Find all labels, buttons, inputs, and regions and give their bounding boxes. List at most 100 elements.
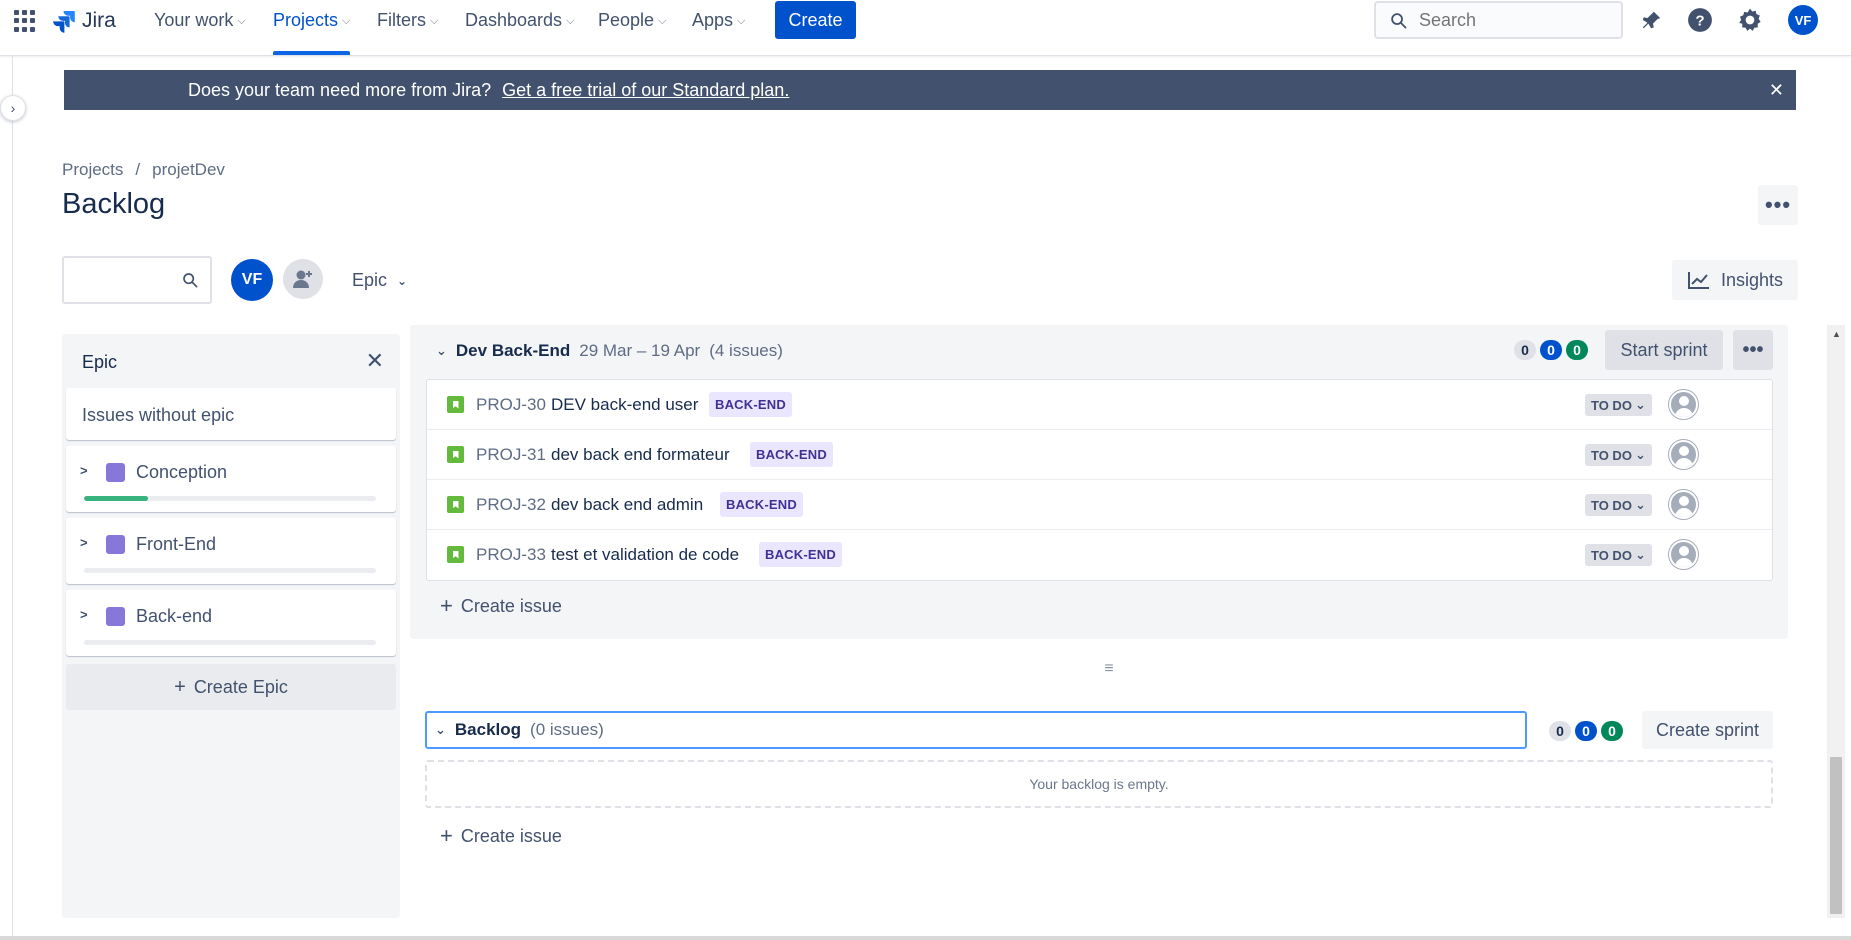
plus-icon: + <box>174 675 186 698</box>
chevron-down-icon: ⌵ <box>658 15 667 27</box>
jira-logo[interactable]: Jira <box>52 8 116 34</box>
breadcrumb-separator: / <box>135 160 141 179</box>
sprint-header[interactable]: ⌄ Dev Back-End 29 Mar – 19 Apr (4 issues… <box>436 341 783 361</box>
chevron-right-icon[interactable]: > <box>80 535 88 550</box>
unassigned-avatar-icon[interactable] <box>1669 490 1698 519</box>
epic-name: Back-end <box>136 606 213 626</box>
backlog-search-input[interactable] <box>62 256 212 304</box>
create-epic-button[interactable]: + Create Epic <box>66 664 396 710</box>
more-icon: ••• <box>1742 338 1764 361</box>
backlog-create-issue-button[interactable]: + Create issue <box>440 823 562 849</box>
chevron-down-icon: ⌵ <box>237 15 246 27</box>
status-dropdown[interactable]: TO DO ⌄ <box>1585 394 1652 416</box>
app-switcher-icon[interactable] <box>14 10 36 32</box>
status-label: TO DO <box>1591 397 1632 413</box>
in-progress-count-badge: 0 <box>1575 721 1597 741</box>
issue-key[interactable]: PROJ-33 <box>476 545 546 565</box>
issue-key[interactable]: PROJ-30 <box>476 395 546 415</box>
epic-color-swatch <box>106 607 125 626</box>
search-icon <box>1391 12 1407 28</box>
plus-icon: + <box>440 823 453 848</box>
nav-filters[interactable]: Filters ⌵ <box>377 0 438 41</box>
epic-filter-label: Epic <box>352 270 388 290</box>
status-dropdown[interactable]: TO DO ⌄ <box>1585 444 1652 466</box>
expand-sidebar-button[interactable]: › <box>0 95 26 121</box>
breadcrumb-project[interactable]: projetDev <box>152 160 225 180</box>
create-button[interactable]: Create <box>775 1 856 39</box>
close-icon[interactable]: ✕ <box>1769 80 1784 101</box>
issue-row[interactable]: PROJ-32 dev back end admin BACK-END TO D… <box>427 480 1772 530</box>
epic-panel: Epic ✕ Issues without epic > Conception … <box>62 334 400 918</box>
story-icon <box>447 396 464 413</box>
assignee-filter-avatar[interactable]: VF <box>231 259 273 301</box>
chevron-down-icon: ⌵ <box>737 15 746 27</box>
scroll-up-arrow-icon[interactable]: ▲ <box>1832 329 1841 339</box>
backlog-issue-count: (0 issues) <box>530 720 604 739</box>
chevron-down-icon: ⌄ <box>1634 447 1646 462</box>
nav-projects-label: Projects <box>273 10 339 30</box>
breadcrumb: Projects / projetDev <box>62 160 225 180</box>
issue-row[interactable]: PROJ-33 test et validation de code BACK-… <box>427 530 1772 580</box>
settings-gear-icon[interactable] <box>1736 6 1764 34</box>
nav-your-work[interactable]: Your work ⌵ <box>154 0 246 41</box>
scrollbar-thumb[interactable] <box>1830 757 1842 914</box>
chevron-down-icon[interactable]: ⌄ <box>435 722 446 738</box>
plus-icon: + <box>440 593 453 618</box>
chevron-down-icon[interactable]: ⌄ <box>436 343 447 359</box>
chevron-down-icon: ⌵ <box>342 15 351 27</box>
breadcrumb-projects[interactable]: Projects <box>62 160 123 180</box>
jira-logo-icon <box>53 11 75 33</box>
help-icon[interactable]: ? <box>1686 6 1714 34</box>
epic-item-back-end[interactable]: > Back-end <box>66 590 396 656</box>
nav-people[interactable]: People ⌵ <box>598 0 666 41</box>
epic-lozenge: BACK-END <box>759 542 842 567</box>
start-sprint-button[interactable]: Start sprint <box>1605 330 1723 370</box>
issue-key[interactable]: PROJ-32 <box>476 495 546 515</box>
create-sprint-button[interactable]: Create sprint <box>1642 711 1773 749</box>
issues-without-epic[interactable]: Issues without epic <box>66 388 396 440</box>
epic-lozenge: BACK-END <box>750 442 833 467</box>
done-count-badge: 0 <box>1601 721 1623 741</box>
chevron-right-icon[interactable]: > <box>80 463 88 478</box>
nav-dashboards[interactable]: Dashboards ⌵ <box>465 0 574 41</box>
epic-filter-dropdown[interactable]: Epic ⌄ <box>352 270 407 291</box>
global-search[interactable] <box>1374 1 1623 39</box>
search-input[interactable] <box>1419 9 1599 31</box>
status-label: TO DO <box>1591 497 1632 513</box>
issue-key[interactable]: PROJ-31 <box>476 445 546 465</box>
scrollbar[interactable]: ▲ <box>1827 325 1845 918</box>
unassigned-avatar-icon[interactable] <box>1669 540 1698 569</box>
backlog-header[interactable]: ⌄ Backlog (0 issues) <box>425 711 1527 749</box>
chevron-right-icon[interactable]: > <box>80 607 88 622</box>
sprint-create-issue-button[interactable]: + Create issue <box>440 593 562 619</box>
add-people-icon[interactable] <box>283 259 323 299</box>
banner-trial-link[interactable]: Get a free trial of our Standard plan. <box>502 80 789 100</box>
notifications-icon[interactable] <box>1638 6 1666 34</box>
more-actions-button[interactable]: ••• <box>1758 185 1798 225</box>
sprint-more-button[interactable]: ••• <box>1733 330 1773 370</box>
in-progress-count-badge: 0 <box>1540 340 1562 360</box>
close-icon[interactable]: ✕ <box>366 348 384 374</box>
epic-name: Front-End <box>136 534 217 554</box>
unassigned-avatar-icon[interactable] <box>1669 390 1698 419</box>
insights-button[interactable]: Insights <box>1672 260 1798 300</box>
unassigned-avatar-icon[interactable] <box>1669 440 1698 469</box>
status-dropdown[interactable]: TO DO ⌄ <box>1585 494 1652 516</box>
epic-item-front-end[interactable]: > Front-End <box>66 518 396 584</box>
issue-summary: dev back end admin <box>551 495 704 514</box>
issue-summary: dev back end formateur <box>551 445 730 464</box>
epic-name: Conception <box>136 462 228 482</box>
resize-handle-icon[interactable]: ≡ <box>1098 660 1120 680</box>
window-bottom-edge <box>0 936 1851 940</box>
issue-row[interactable]: PROJ-31 dev back end formateur BACK-END … <box>427 430 1772 480</box>
nav-projects[interactable]: Projects ⌵ <box>273 0 351 55</box>
epic-item-conception[interactable]: > Conception <box>66 446 396 512</box>
epic-progress-bar <box>84 568 376 573</box>
nav-filters-label: Filters <box>377 10 426 30</box>
nav-apps[interactable]: Apps ⌵ <box>692 0 745 41</box>
status-dropdown[interactable]: TO DO ⌄ <box>1585 544 1652 566</box>
user-avatar[interactable]: VF <box>1788 5 1818 35</box>
epic-color-swatch <box>106 535 125 554</box>
issue-summary: test et validation de code <box>551 545 740 564</box>
issue-row[interactable]: PROJ-30 DEV back-end user BACK-END TO DO… <box>427 380 1772 430</box>
